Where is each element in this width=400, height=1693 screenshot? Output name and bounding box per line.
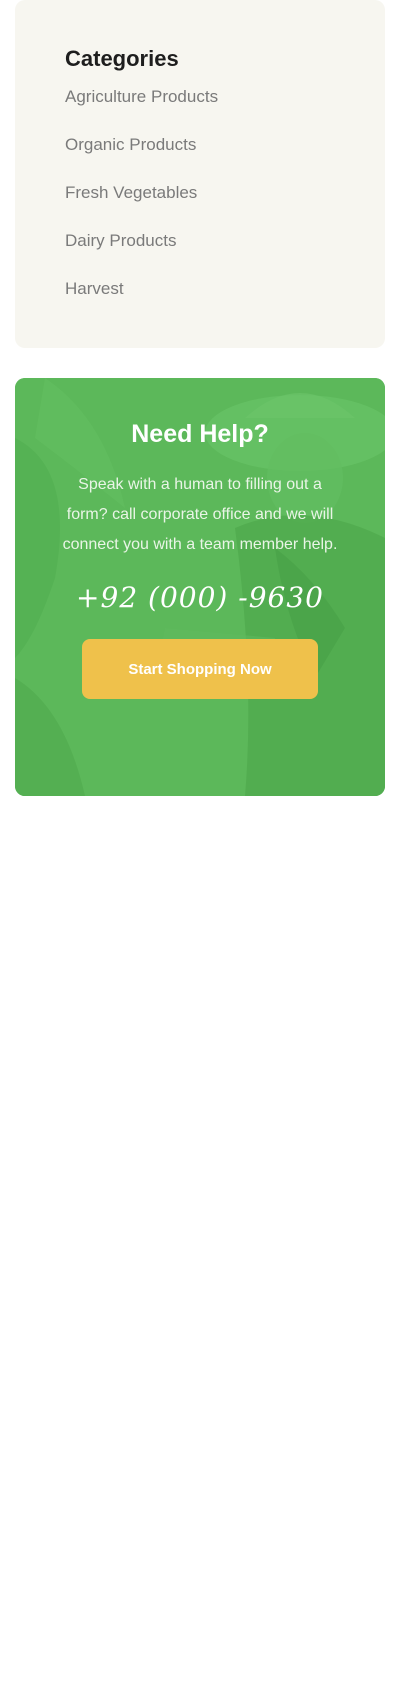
need-help-description: Speak with a human to filling out a form… [62, 476, 338, 553]
categories-widget: Categories Agriculture Products Organic … [15, 0, 385, 348]
need-help-title: Need Help? [131, 420, 269, 448]
start-shopping-button[interactable]: Start Shopping Now [82, 639, 318, 699]
need-help-banner: Need Help? Speak with a human to filling… [15, 378, 385, 796]
category-link-harvest[interactable]: Harvest [65, 278, 335, 300]
category-list: Agriculture Products Organic Products Fr… [65, 86, 335, 300]
category-link-organic-products[interactable]: Organic Products [65, 134, 335, 156]
category-link-dairy-products[interactable]: Dairy Products [65, 230, 335, 252]
category-link-agriculture-products[interactable]: Agriculture Products [65, 86, 335, 108]
categories-title: Categories [65, 46, 179, 71]
phone-number[interactable]: +92 (000) -9630 [60, 580, 340, 616]
category-link-fresh-vegetables[interactable]: Fresh Vegetables [65, 182, 335, 204]
